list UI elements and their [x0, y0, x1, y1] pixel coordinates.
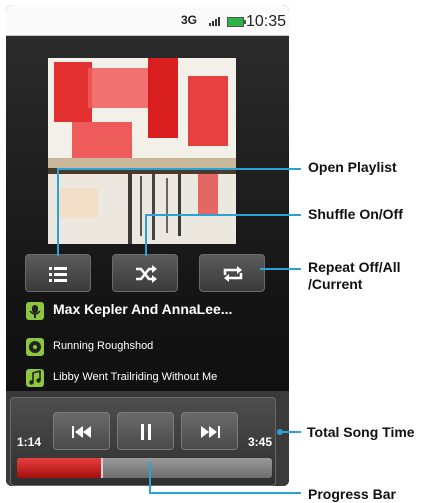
callout-line-progress-vertical: [149, 462, 151, 494]
callout-line-progress: [149, 492, 301, 494]
callout-line-shuffle: [145, 214, 301, 216]
callout-repeat-line1: Repeat Off/All: [308, 259, 401, 275]
total-time: 3:45: [248, 435, 273, 449]
pause-button[interactable]: [117, 412, 174, 450]
callout-progress-bar: Progress Bar: [308, 486, 396, 502]
signal-icon: [209, 16, 221, 26]
phone-screen: 3G 10:35 Max Kepler And AnnaLee... Runni…: [6, 5, 289, 486]
shuffle-button[interactable]: [112, 254, 178, 292]
song-title: Libby Went Trailriding Without Me: [53, 371, 218, 383]
status-bar: 3G 10:35: [6, 5, 289, 36]
callout-line-total-time: [280, 431, 301, 433]
repeat-button[interactable]: [199, 254, 265, 292]
open-playlist-button[interactable]: [25, 254, 91, 292]
callout-repeat-line2: /Current: [308, 276, 363, 292]
callout-repeat: Repeat Off/All /Current: [308, 259, 401, 293]
skip-next-icon: [201, 426, 220, 438]
callout-line-playlist-vertical: [57, 168, 59, 256]
repeat-icon: [223, 266, 243, 282]
callout-line-shuffle-vertical: [145, 214, 147, 256]
shuffle-icon: [136, 265, 157, 283]
progress-bar[interactable]: [17, 458, 272, 478]
disc-icon: [26, 338, 44, 356]
skip-previous-icon: [72, 426, 91, 438]
album-art: [48, 58, 236, 244]
album-name: Running Roughshod: [53, 340, 154, 352]
previous-button[interactable]: [53, 412, 110, 450]
microphone-icon: [26, 302, 44, 320]
artist-name: Max Kepler And AnnaLee...: [53, 301, 233, 317]
pause-icon: [141, 424, 151, 440]
callout-shuffle: Shuffle On/Off: [308, 206, 403, 222]
music-player: Max Kepler And AnnaLee... Running Roughs…: [6, 36, 289, 486]
list-icon: [49, 267, 67, 282]
next-button[interactable]: [181, 412, 238, 450]
battery-icon: [227, 17, 246, 27]
status-time: 10:35: [246, 13, 287, 30]
transport-panel: 1:14 3:45: [6, 391, 289, 486]
callout-line-repeat: [260, 268, 301, 270]
network-indicator: 3G: [181, 13, 198, 27]
transport-controls: 1:14 3:45: [10, 397, 276, 486]
callout-open-playlist: Open Playlist: [308, 159, 397, 175]
elapsed-time: 1:14: [17, 435, 42, 449]
progress-fill: [17, 458, 104, 478]
music-note-icon: [26, 369, 44, 387]
callout-line-playlist: [57, 168, 301, 170]
callout-total-song-time: Total Song Time: [307, 424, 415, 440]
